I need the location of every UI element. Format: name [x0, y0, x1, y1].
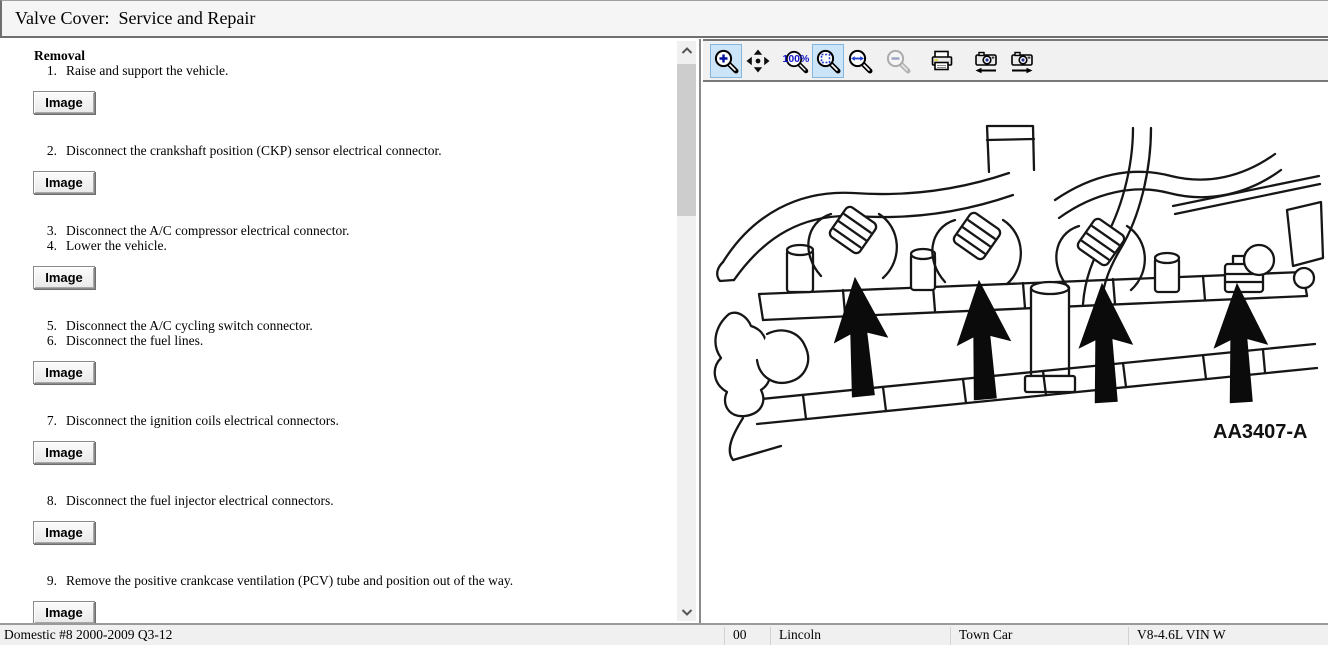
scrollbar-thumb[interactable]	[677, 64, 696, 216]
statusbar-model: Town Car	[950, 627, 1128, 645]
fit-page-button[interactable]	[812, 44, 844, 78]
fit-width-icon	[847, 48, 873, 74]
step-number: 9.	[32, 573, 57, 588]
scroll-down-button[interactable]	[677, 602, 696, 621]
pan-icon	[745, 48, 771, 74]
image-panel: 100%	[703, 39, 1328, 623]
step-group: 5. Disconnect the A/C cycling switch con…	[32, 318, 674, 384]
title-bar: Valve Cover: Service and Repair	[0, 0, 1328, 38]
chevron-up-icon	[680, 46, 694, 56]
svg-text:100%: 100%	[783, 53, 811, 65]
step-row: 7. Disconnect the ignition coils electri…	[32, 413, 674, 428]
step-row: 5. Disconnect the A/C cycling switch con…	[32, 318, 674, 333]
step-row: 9. Remove the positive crankcase ventila…	[32, 573, 674, 588]
previous-image-button[interactable]	[970, 44, 1002, 78]
step-group: 9. Remove the positive crankcase ventila…	[32, 573, 674, 623]
image-viewer[interactable]: AA3407-A	[703, 82, 1328, 623]
figure-label: AA3407-A	[1213, 421, 1307, 443]
procedure-content: Removal 1. Raise and support the vehicle…	[2, 39, 674, 623]
step-number: 2.	[32, 143, 57, 158]
step-group: 2. Disconnect the crankshaft position (C…	[32, 143, 674, 194]
scroll-up-button[interactable]	[677, 41, 696, 60]
procedure-panel: Removal 1. Raise and support the vehicle…	[2, 39, 701, 623]
step-number: 6.	[32, 333, 57, 348]
image-button[interactable]: Image	[33, 171, 95, 194]
step-group: 3. Disconnect the A/C compressor electri…	[32, 223, 674, 289]
app-window: Valve Cover: Service and Repair Removal …	[0, 0, 1328, 645]
page-title: Valve Cover: Service and Repair	[2, 1, 1328, 35]
step-row: 4. Lower the vehicle.	[32, 238, 674, 253]
zoom-100-button[interactable]: 100%	[780, 44, 812, 78]
next-image-icon	[1009, 48, 1035, 74]
step-text: Raise and support the vehicle.	[66, 63, 228, 78]
step-text: Disconnect the fuel lines.	[66, 333, 203, 348]
statusbar-make: Lincoln	[770, 627, 950, 645]
status-bar: Domestic #8 2000-2009 Q3-12 00 Lincoln T…	[0, 623, 1328, 645]
step-row: 6. Disconnect the fuel lines.	[32, 333, 674, 348]
step-number: 1.	[32, 63, 57, 78]
image-button[interactable]: Image	[33, 91, 95, 114]
step-group: 1. Raise and support the vehicle. Image	[32, 63, 674, 114]
image-button[interactable]: Image	[33, 361, 95, 384]
step-row: 3. Disconnect the A/C compressor electri…	[32, 223, 674, 238]
image-toolbar: 100%	[703, 39, 1328, 82]
fit-width-button[interactable]	[844, 44, 876, 78]
step-number: 5.	[32, 318, 57, 333]
step-group: 7. Disconnect the ignition coils electri…	[32, 413, 674, 464]
image-button[interactable]: Image	[33, 266, 95, 289]
zoom-100-icon: 100%	[782, 48, 810, 74]
step-row: 2. Disconnect the crankshaft position (C…	[32, 143, 674, 158]
image-button[interactable]: Image	[33, 601, 95, 623]
statusbar-database: Domestic #8 2000-2009 Q3-12	[4, 627, 172, 643]
step-text: Lower the vehicle.	[66, 238, 167, 253]
step-number: 7.	[32, 413, 57, 428]
section-heading: Removal	[34, 48, 674, 63]
pan-button[interactable]	[742, 44, 774, 78]
image-button[interactable]: Image	[33, 441, 95, 464]
step-row: 8. Disconnect the fuel injector electric…	[32, 493, 674, 508]
engine-illustration: AA3407-A	[703, 82, 1326, 619]
next-image-button[interactable]	[1006, 44, 1038, 78]
step-text: Disconnect the crankshaft position (CKP)…	[66, 143, 442, 158]
image-button[interactable]: Image	[33, 521, 95, 544]
chevron-down-icon	[680, 607, 694, 617]
print-icon	[929, 48, 955, 74]
zoom-out-icon	[885, 48, 911, 74]
statusbar-engine: V8-4.6L VIN W	[1128, 627, 1328, 645]
step-text: Disconnect the fuel injector electrical …	[66, 493, 334, 508]
step-text: Disconnect the A/C compressor electrical…	[66, 223, 349, 238]
previous-image-icon	[973, 48, 999, 74]
fit-page-icon	[815, 48, 841, 74]
step-text: Disconnect the A/C cycling switch connec…	[66, 318, 313, 333]
print-button[interactable]	[926, 44, 958, 78]
statusbar-year: 00	[724, 627, 770, 645]
step-number: 3.	[32, 223, 57, 238]
step-row: 1. Raise and support the vehicle.	[32, 63, 674, 78]
zoom-out-button[interactable]	[882, 44, 914, 78]
zoom-in-button[interactable]	[710, 44, 742, 78]
zoom-in-icon	[713, 48, 739, 74]
left-panel-scrollbar[interactable]	[677, 41, 696, 621]
step-text: Remove the positive crankcase ventilatio…	[66, 573, 513, 588]
step-number: 4.	[32, 238, 57, 253]
step-group: 8. Disconnect the fuel injector electric…	[32, 493, 674, 544]
step-number: 8.	[32, 493, 57, 508]
step-text: Disconnect the ignition coils electrical…	[66, 413, 339, 428]
